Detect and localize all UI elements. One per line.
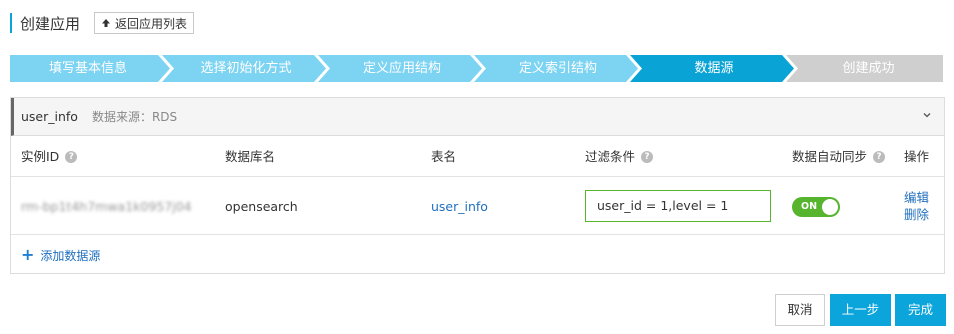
table-header: 实例ID ? 数据库名 表名 过滤条件 ? 数据自动同步 ? 操作: [11, 137, 944, 177]
edit-link[interactable]: 编辑: [904, 189, 929, 206]
instance-id-cell: rm-bp1t4h7mwa1k0957j04: [21, 178, 192, 235]
column-auto-sync: 数据自动同步 ?: [792, 137, 886, 177]
column-instance-id-label: 实例ID: [21, 149, 60, 164]
toggle-on-label: ON: [801, 201, 818, 212]
filter-condition-input[interactable]: user_id = 1,level = 1: [585, 190, 771, 222]
column-database: 数据库名: [225, 149, 276, 164]
add-data-source-label: 添加数据源: [40, 248, 101, 263]
title-accent-bar: [10, 13, 12, 33]
step-created: 创建成功: [842, 61, 895, 76]
data-source-panel: user_info 数据来源：RDS 实例ID ? 数据库名 表名 过滤条件 ?…: [10, 97, 945, 274]
data-source-name: user_info: [21, 109, 78, 124]
table-row: rm-bp1t4h7mwa1k0957j04 opensearch user_i…: [11, 178, 944, 235]
back-button-label: 返回应用列表: [115, 16, 188, 31]
step-app-structure: 定义应用结构: [362, 61, 441, 76]
delete-link[interactable]: 删除: [904, 206, 929, 223]
table-name-link[interactable]: user_info: [431, 178, 488, 235]
step-init-method: 选择初始化方式: [200, 61, 292, 76]
panel-header[interactable]: user_info 数据来源：RDS: [11, 98, 944, 136]
step-index-structure: 定义索引结构: [518, 61, 597, 76]
finish-button[interactable]: 完成: [895, 294, 946, 326]
help-icon[interactable]: ?: [641, 151, 654, 163]
column-filter: 过滤条件 ?: [585, 137, 654, 177]
step-basic-info: 填写基本信息: [48, 61, 127, 76]
arrow-up-icon: [102, 19, 111, 27]
wizard-steps: 填写基本信息 选择初始化方式 定义应用结构 定义索引结构 数据源 创建成功: [10, 55, 943, 82]
column-auto-sync-label: 数据自动同步: [792, 149, 868, 164]
step-data-source: 数据源: [694, 61, 734, 76]
chevron-down-icon[interactable]: [922, 110, 932, 120]
page-title: 创建应用: [20, 14, 81, 33]
instance-id-value: rm-bp1t4h7mwa1k0957j04: [21, 199, 192, 214]
cancel-button[interactable]: 取消: [775, 294, 825, 326]
data-source-type: 数据来源：RDS: [91, 110, 178, 124]
auto-sync-toggle[interactable]: ON: [792, 197, 840, 217]
add-data-source-button[interactable]: + 添加数据源: [11, 236, 100, 274]
help-icon[interactable]: ?: [65, 151, 78, 163]
plus-icon: +: [21, 245, 35, 264]
help-icon[interactable]: ?: [873, 151, 886, 163]
column-table: 表名: [431, 149, 457, 164]
toggle-knob: [822, 199, 838, 215]
back-to-app-list-button[interactable]: 返回应用列表: [94, 12, 195, 34]
column-filter-label: 过滤条件: [585, 149, 636, 164]
page-header: 创建应用 返回应用列表: [10, 10, 195, 36]
database-cell: opensearch: [225, 199, 298, 214]
previous-step-button[interactable]: 上一步: [830, 294, 891, 326]
column-instance-id: 实例ID ?: [21, 137, 78, 177]
column-actions: 操作: [904, 149, 930, 164]
